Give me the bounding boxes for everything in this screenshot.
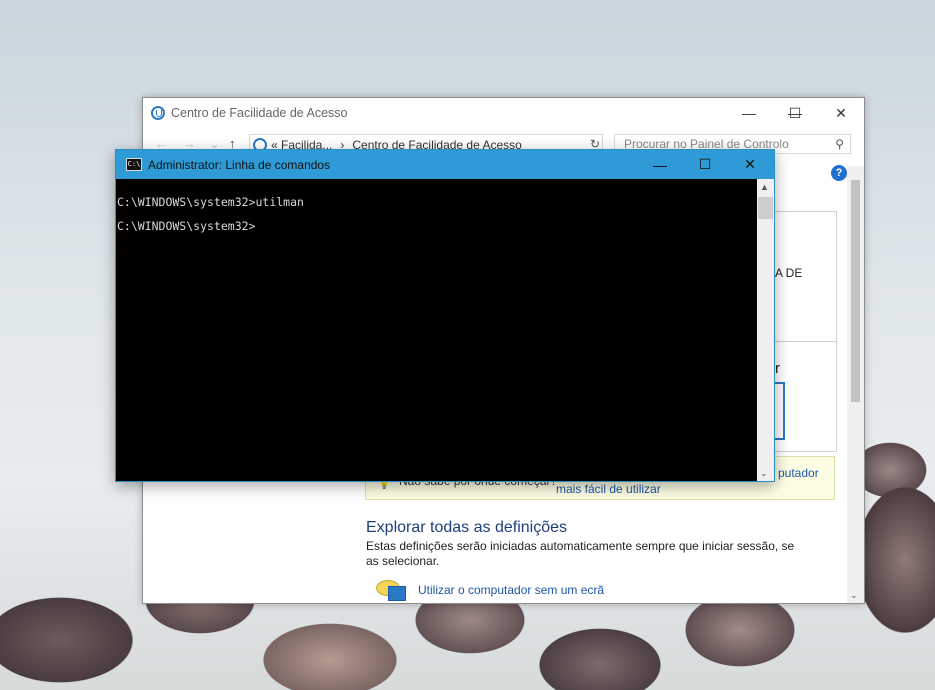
cmd-title: Administrator: Linha de comandos [148,157,331,172]
divider [775,341,836,342]
close-icon[interactable]: ✕ [818,98,864,128]
scrollbar-thumb[interactable] [851,180,860,402]
cmd-scrollbar[interactable]: ▲ ⌄ [757,179,774,481]
help-icon[interactable]: ? [831,165,847,181]
console-line: C:\WINDOWS\system32> [117,219,256,233]
explore-heading: Explorar todas as definições [366,519,567,536]
maximize-icon[interactable]: ☐ [772,98,818,128]
vertical-scrollbar[interactable]: ⌄ [847,166,864,603]
tip-link-partial[interactable]: putador [778,466,819,480]
scroll-down-icon[interactable]: ⌄ [850,590,858,601]
screen-less-icon [376,580,406,602]
scroll-up-icon[interactable]: ▲ [760,182,769,192]
command-prompt-window: C:\ Administrator: Linha de comandos — ☐… [115,149,775,482]
maximize-icon[interactable]: ☐ [682,150,728,179]
close-icon[interactable]: ✕ [727,150,773,179]
console-line: C:\WINDOWS\system32>utilman [117,195,304,209]
minimize-icon[interactable]: — [726,98,772,128]
tip-link[interactable]: mais fácil de utilizar [556,482,661,496]
option-link-no-screen[interactable]: Utilizar o computador sem um ecrã [418,583,604,597]
scroll-down-icon[interactable]: ⌄ [760,468,768,479]
ease-of-access-icon [151,106,165,120]
explore-description: Estas definições serão iniciadas automat… [366,539,795,568]
cmd-scrollbar-thumb[interactable] [758,197,773,219]
cmd-icon: C:\ [126,158,142,171]
window-title: Centro de Facilidade de Acesso [171,106,348,120]
console-output[interactable]: C:\WINDOWS\system32>utilman C:\WINDOWS\sy… [116,179,757,481]
cmd-titlebar[interactable]: C:\ Administrator: Linha de comandos — ☐… [116,150,774,179]
minimize-icon[interactable]: — [637,150,683,179]
panel-heading-fragment: r [775,360,780,377]
search-icon[interactable]: ⚲ [835,137,844,151]
panel-text-fragment: A DE [775,266,803,280]
